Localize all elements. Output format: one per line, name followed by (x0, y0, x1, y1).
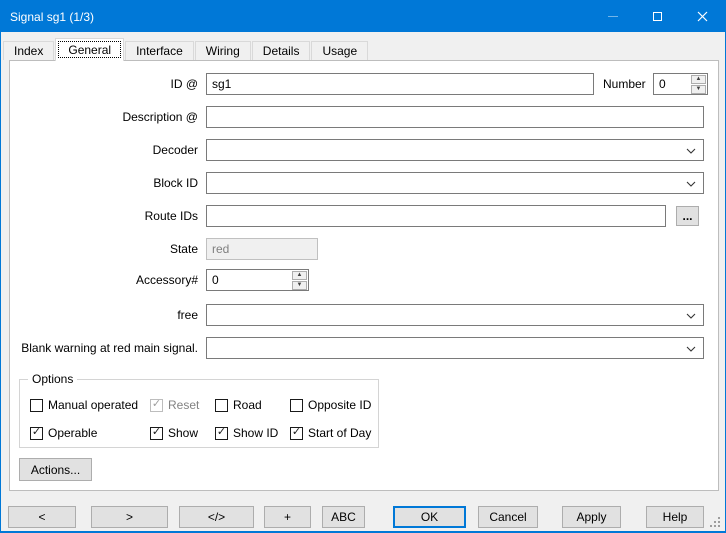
route-ids-input[interactable] (206, 205, 666, 227)
window-controls (590, 1, 725, 32)
checkbox-show[interactable]: ✓ Show (150, 426, 198, 440)
abc-button[interactable]: ABC (322, 506, 365, 528)
dropdown-icon (686, 313, 696, 319)
spin-up-icon: ▲ (696, 76, 702, 82)
free-combobox[interactable] (206, 304, 704, 326)
maximize-icon (653, 12, 662, 21)
decoder-label: Decoder (10, 139, 198, 161)
add-button[interactable]: + (264, 506, 311, 528)
checkbox-road[interactable]: ✓ Road (215, 398, 262, 412)
apply-button[interactable]: Apply (562, 506, 621, 528)
number-label: Number (603, 73, 646, 95)
check-icon: ✓ (217, 427, 226, 438)
free-label: free (10, 304, 198, 326)
state-label: State (10, 238, 198, 260)
close-icon (697, 11, 708, 22)
dialog-window: Signal sg1 (1/3) Index General Interface… (0, 0, 726, 533)
title-bar: Signal sg1 (1/3) (1, 1, 725, 32)
tab-wiring[interactable]: Wiring (195, 41, 251, 60)
description-label: Description @ (10, 106, 198, 128)
number-spinner: ▲ ▼ (653, 73, 708, 95)
check-icon: ✓ (32, 427, 41, 438)
check-icon: ✓ (292, 427, 301, 438)
id-label: ID @ (10, 73, 198, 95)
tab-usage[interactable]: Usage (311, 41, 368, 60)
checkbox-start-of-day[interactable]: ✓ Start of Day (290, 426, 371, 440)
ellipsis-icon: ... (682, 209, 692, 223)
block-id-combobox[interactable] (206, 172, 704, 194)
options-group-legend: Options (28, 372, 77, 386)
dropdown-icon (686, 148, 696, 154)
tab-index[interactable]: Index (3, 41, 54, 60)
accessory-spin-up-button[interactable]: ▲ (292, 271, 307, 280)
checkbox-opposite-id[interactable]: ✓ Opposite ID (290, 398, 371, 412)
number-spin-down-button[interactable]: ▼ (691, 85, 706, 94)
route-ids-label: Route IDs (10, 205, 198, 227)
maximize-button[interactable] (635, 1, 680, 32)
close-button[interactable] (680, 1, 725, 32)
checkbox-operable[interactable]: ✓ Operable (30, 426, 97, 440)
dropdown-icon (686, 346, 696, 352)
block-id-label: Block ID (10, 172, 198, 194)
accessory-label: Accessory# (10, 269, 198, 291)
number-input[interactable] (654, 74, 691, 94)
accessory-input[interactable] (207, 270, 292, 290)
blank-warning-label: Blank warning at red main signal. (10, 337, 198, 359)
check-icon: ✓ (152, 399, 161, 410)
spin-up-icon: ▲ (297, 272, 303, 278)
resize-grip[interactable] (709, 516, 722, 529)
accessory-spin-down-button[interactable]: ▼ (292, 281, 307, 290)
checkbox-reset: ✓ Reset (150, 398, 199, 412)
actions-button[interactable]: Actions... (19, 458, 92, 481)
window-title: Signal sg1 (1/3) (1, 10, 94, 24)
tab-bar: Index General Interface Wiring Details U… (3, 38, 369, 60)
general-tab-page: ID @ Number ▲ ▼ Description @ Decoder Bl… (9, 60, 719, 491)
state-input (206, 238, 318, 260)
minimize-icon (608, 16, 618, 17)
minimize-button[interactable] (590, 1, 635, 32)
tab-interface[interactable]: Interface (125, 41, 194, 60)
spin-down-icon: ▼ (696, 86, 702, 92)
xml-button[interactable]: </> (179, 506, 254, 528)
prev-button[interactable]: < (8, 506, 76, 528)
tab-details[interactable]: Details (252, 41, 311, 60)
spin-down-icon: ▼ (297, 282, 303, 288)
accessory-spinner: ▲ ▼ (206, 269, 309, 291)
help-button[interactable]: Help (646, 506, 704, 528)
cancel-button[interactable]: Cancel (478, 506, 538, 528)
checkbox-manual-operated[interactable]: ✓ Manual operated (30, 398, 138, 412)
description-input[interactable] (206, 106, 704, 128)
check-icon: ✓ (152, 427, 161, 438)
checkbox-show-id[interactable]: ✓ Show ID (215, 426, 278, 440)
route-ids-browse-button[interactable]: ... (676, 206, 699, 226)
next-button[interactable]: > (91, 506, 168, 528)
dropdown-icon (686, 181, 696, 187)
blank-warning-combobox[interactable] (206, 337, 704, 359)
id-input[interactable] (206, 73, 594, 95)
decoder-combobox[interactable] (206, 139, 704, 161)
number-spin-up-button[interactable]: ▲ (691, 75, 706, 84)
tab-general[interactable]: General (55, 38, 124, 61)
ok-button[interactable]: OK (393, 506, 466, 528)
options-group: Options ✓ Manual operated ✓ Reset ✓ Road… (19, 379, 379, 448)
